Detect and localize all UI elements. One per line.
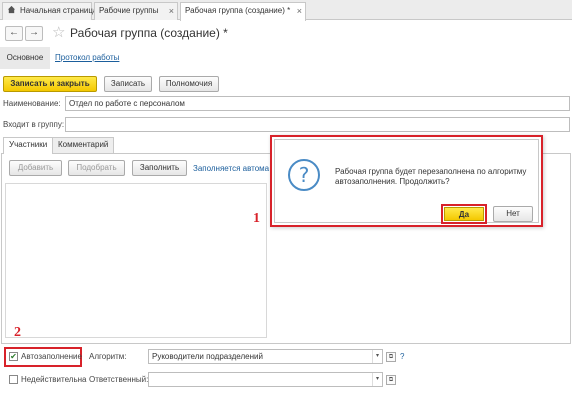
- tab-work-groups[interactable]: Рабочие группы ×: [94, 2, 178, 20]
- yes-button[interactable]: Да: [444, 207, 484, 221]
- close-icon[interactable]: ×: [297, 3, 302, 19]
- help-icon[interactable]: ?: [400, 352, 404, 361]
- question-icon: ?: [288, 159, 320, 191]
- autofill-label: Автозаполнение: [21, 352, 82, 361]
- add-button[interactable]: Добавить: [9, 160, 62, 176]
- tab-participants[interactable]: Участники: [3, 137, 54, 154]
- tab-work-groups-label: Рабочие группы: [99, 6, 159, 15]
- name-field[interactable]: Отдел по работе с персоналом: [65, 96, 570, 111]
- algorithm-open-icon[interactable]: ⧉: [386, 352, 396, 362]
- invalid-label: Недействительна: [21, 375, 87, 384]
- window-tab-bar: Начальная страница Рабочие группы × Рабо…: [0, 0, 572, 21]
- confirm-dialog: ? Рабочая группа будет перезаполнена по …: [270, 135, 543, 227]
- dialog-message: Рабочая группа будет перезаполнена по ал…: [335, 167, 527, 186]
- page-title: Рабочая группа (создание) *: [70, 26, 228, 40]
- permissions-button[interactable]: Полномочия: [159, 76, 219, 92]
- favorite-star-icon[interactable]: ☆: [52, 23, 65, 41]
- parent-group-field[interactable]: [65, 117, 570, 132]
- autofill-hint: Заполняется автома: [193, 164, 270, 173]
- tab-home-label: Начальная страница: [20, 6, 98, 15]
- autofill-checkbox[interactable]: ✔: [9, 352, 18, 361]
- close-icon[interactable]: ×: [169, 3, 174, 19]
- no-button[interactable]: Нет: [493, 206, 533, 222]
- responsible-open-icon[interactable]: ⧉: [386, 375, 396, 385]
- responsible-dropdown-icon[interactable]: ▾: [372, 373, 382, 386]
- home-icon: [7, 5, 16, 14]
- save-and-close-button[interactable]: Записать и закрыть: [3, 76, 97, 92]
- forward-button[interactable]: →: [25, 26, 43, 41]
- confirm-dialog-body: ? Рабочая группа будет перезаполнена по …: [274, 139, 539, 224]
- section-protocol-link[interactable]: Протокол работы: [55, 53, 119, 62]
- algorithm-dropdown-icon[interactable]: ▾: [372, 350, 382, 363]
- algorithm-label: Алгоритм:: [89, 352, 127, 361]
- section-main[interactable]: Основное: [0, 47, 50, 69]
- responsible-field[interactable]: [148, 372, 383, 387]
- pick-button[interactable]: Подобрать: [68, 160, 125, 176]
- annotation-marker-2: 2: [14, 325, 21, 340]
- algorithm-field[interactable]: Руководители подразделений: [148, 349, 383, 364]
- tab-work-group-create-label: Рабочая группа (создание) *: [185, 6, 291, 15]
- participants-list[interactable]: [5, 183, 267, 338]
- fill-button[interactable]: Заполнить: [132, 160, 187, 176]
- save-button[interactable]: Записать: [104, 76, 152, 92]
- yes-button-highlight: Да: [441, 204, 487, 224]
- tab-comment[interactable]: Комментарий: [52, 137, 115, 153]
- tab-work-group-create[interactable]: Рабочая группа (создание) * ×: [180, 2, 306, 21]
- back-button[interactable]: ←: [5, 26, 23, 41]
- name-label: Наименование:: [3, 99, 61, 108]
- parent-group-label: Входит в группу:: [3, 120, 65, 129]
- responsible-label: Ответственный:: [89, 375, 149, 384]
- invalid-checkbox[interactable]: [9, 375, 18, 384]
- annotation-marker-1: 1: [253, 211, 260, 226]
- tab-home[interactable]: Начальная страница: [2, 2, 97, 20]
